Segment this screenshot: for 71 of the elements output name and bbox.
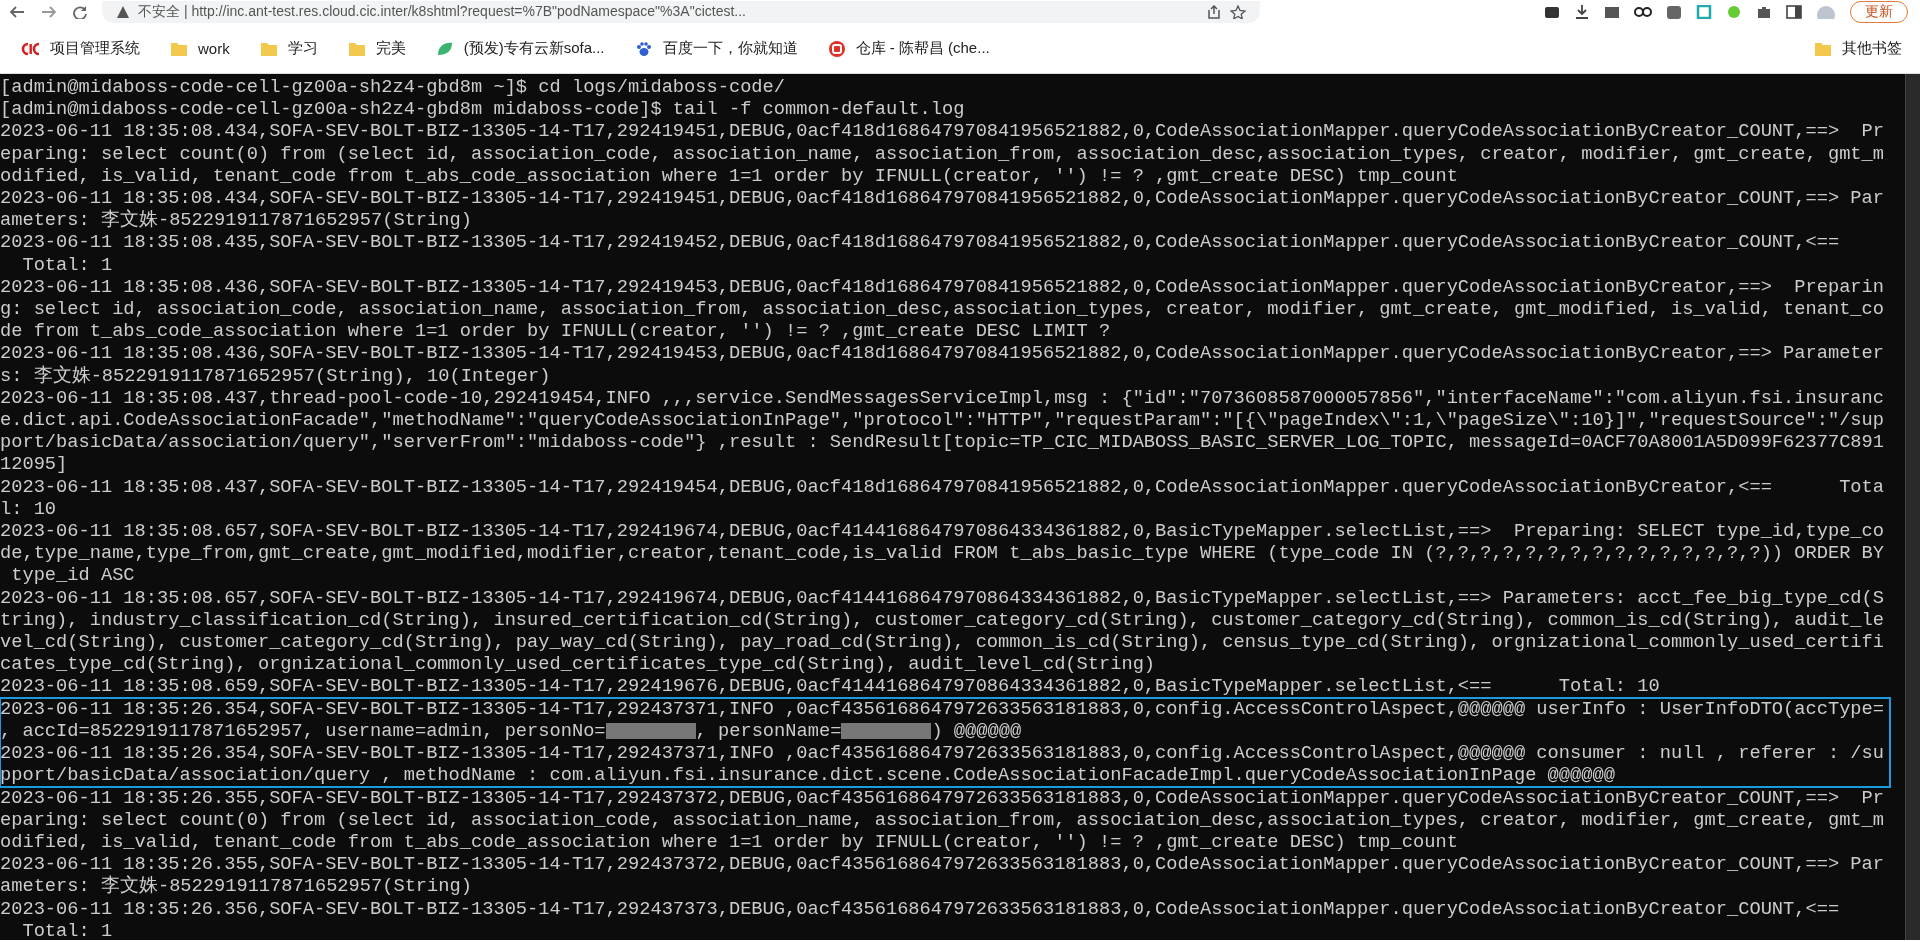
log-line: 2023-06-11 18:35:08.436,SOFA-SEV-BOLT-BIZ-13305-14-T17,292419453,DEBUG,0acf418d168647970841956521882,0,CodeAssociationMapper.queryCodeAssociationByCreator,==> Parameter [0, 342, 1885, 365]
bookmark-link[interactable]: 百度一下，你就知道 [634, 39, 798, 58]
address-text: 不安全 | http://inc.ant-test.res.cloud.cic.inter/k8shtml?request=%7B"podNamespace"%3A"cictest... [138, 3, 747, 21]
logo-icon [20, 40, 40, 57]
sidebar-icon[interactable] [1786, 5, 1802, 19]
log-line: 2023-06-11 18:35:26.355,SOFA-SEV-BOLT-BIZ-13305-14-T17,292437372,DEBUG,0acf4356168647972633563181883,0,CodeAssociationMapper.queryCodeAssociationByCreator_COUNT,==> Pr [0, 786, 1885, 809]
bookmark-link[interactable]: (预发)专有云新sofa... [435, 39, 605, 58]
log-line: 12095] [0, 453, 69, 476]
log-line: 2023-06-11 18:35:08.434,SOFA-SEV-BOLT-BIZ-13305-14-T17,292419451,DEBUG,0acf418d168647970841956521882,0,CodeAssociationMapper.queryCodeAssociationByCreator_COUNT,==> Pr [0, 120, 1885, 143]
log-line: 2023-06-11 18:35:26.356,SOFA-SEV-BOLT-BIZ-13305-14-T17,292437373,DEBUG,0acf4356168647972633563181883,0,CodeAssociationMapper.queryCodeAssociationByCreator_COUNT,<== [0, 897, 1841, 920]
log-line: 2023-06-11 18:35:08.435,SOFA-SEV-BOLT-BIZ-13305-14-T17,292419452,DEBUG,0acf418d168647970841956521882,0,CodeAssociationMapper.queryCodeAssociationByCreator_COUNT,<== [0, 231, 1841, 254]
download-icon[interactable] [1574, 5, 1590, 19]
log-line: de from t_abs_code_association where 1=1 order by IFNULL(creator, '') != ? ,gmt_create DESC LIMIT ? [0, 320, 1112, 343]
log-line: eparing: select count(0) from (select id, association_code, association_name, association_from, association_desc,association_types, creator, modifier, gmt_create, gmt_m [0, 808, 1885, 831]
paw-icon [634, 40, 653, 57]
bookmark-link[interactable]: 仓库 - 陈帮昌 (che... [827, 39, 990, 58]
log-line: 2023-06-11 18:35:26.354,SOFA-SEV-BOLT-BIZ-13305-14-T17,292437371,INFO ,0acf4356168647972633563181883,0,config.AccessControlAspect,@@@@@@ userInfo : UserInfoDTO(accType= [0, 697, 1885, 720]
log-line: odified, is_valid, tenant_code from t_abs_code_association where 1=1 order by IFNULL(creator, '') != ? ,gmt_create DESC) tmp_count [0, 164, 1459, 187]
puzzle-icon[interactable] [1756, 5, 1772, 19]
log-line: 2023-06-11 18:35:08.434,SOFA-SEV-BOLT-BIZ-13305-14-T17,292419451,DEBUG,0acf418d168647970841956521882,0,CodeAssociationMapper.queryCodeAssociationByCreator_COUNT,==> Par [0, 187, 1885, 209]
log-line: 2023-06-11 18:35:26.354,SOFA-SEV-BOLT-BIZ-13305-14-T17,292437371,INFO ,0acf4356168647972633563181883,0,config.AccessControlAspect,@@@@@@ consumer : null , referer : /su [0, 742, 1885, 765]
log-line: type_id ASC [10, 564, 136, 587]
log-line: [admin@midaboss-code-cell-gz00a-sh2z4-gbd8m midaboss-code]$ tail -f common-default.log [0, 98, 966, 121]
log-line: 2023-06-11 18:35:08.437,thread-pool-code-10,292419454,INFO ,,,service.SendMessagesServiceImpl,msg : {"id":"7073608587000057856","interfaceName":"com.aliyun.fsi.insuranc [0, 386, 1885, 410]
share-icon[interactable] [1206, 5, 1222, 19]
log-line: s: 李文姝-8522919117871652957(String), 10(Integer) [0, 364, 552, 387]
address-bar[interactable]: 不安全 | http://inc.ant-test.res.cloud.cic.inter/k8shtml?request=%7B"podNamespace"%3A"cictest... [102, 1, 1260, 23]
log-line: eparing: select count(0) from (select id, association_code, association_name, association_from, association_desc,association_types, creator, modifier, gmt_create, gmt_m [0, 142, 1885, 165]
folder-icon [1814, 40, 1832, 57]
log-line: , accId=8522919117871652957, username=admin, personNo= , personName= ) @@@@@@ [0, 719, 1023, 743]
bookmark-link[interactable]: 完美 [347, 39, 406, 58]
bookmark-link[interactable]: 其他书签 [1814, 39, 1902, 58]
warning-icon [116, 5, 130, 19]
folder-icon [347, 40, 366, 57]
log-line: 2023-06-11 18:35:08.436,SOFA-SEV-BOLT-BIZ-13305-14-T17,292419453,DEBUG,0acf418d168647970841956521882,0,CodeAssociationMapper.queryCodeAssociationByCreator,==> Preparin [0, 275, 1885, 299]
log-line: vel_cd(String), customer_category_cd(String), pay_way_cd(String), pay_road_cd(String), common_is_cd(String), census_type_cd(String), orgnizational_commonly_used_certifi [0, 631, 1885, 654]
log-line: g: select id, association_code, association_name, association_from, association_desc,association_types, creator, modifier, gmt_create, gmt_modified, is_valid, tenant_co [0, 298, 1885, 321]
star-icon[interactable] [1230, 5, 1246, 19]
log-line: odified, is_valid, tenant_code from t_abs_code_association where 1=1 order by IFNULL(creator, '') != ? ,gmt_create DESC) tmp_count [0, 830, 1459, 854]
log-line: cates_type_cd(String), orgnizational_commonly_used_certificates_type_cd(String), audit_level_cd(String) [0, 653, 1157, 676]
scrollbar[interactable] [1905, 74, 1920, 940]
update-button[interactable]: 更新 [1850, 1, 1908, 23]
folder-icon [259, 40, 278, 57]
log-line: 2023-06-11 18:35:08.657,SOFA-SEV-BOLT-BIZ-13305-14-T17,292419674,DEBUG,0acf4144168647970864334361882,0,BasicTypeMapper.selectList,==> Preparing: SELECT type_id,type_co [0, 520, 1885, 543]
log-line: tring), industry_classification_cd(String), insured_certification_cd(String), customer_category_cd(String), customer_category_cd(String), common_is_cd(String), audit_le [0, 608, 1885, 632]
forward-icon[interactable] [40, 5, 58, 19]
log-line: ameters: 李文姝-8522919117871652957(String) [0, 209, 473, 232]
log-line: de,type_name,type_from,gmt_create,gmt_modified,modifier,creator,tenant_code,is_valid FROM t_abs_basic_type WHERE (type_code IN (?,?,?,?,?,?,?,?,?,?,?,?,?,?,?)) ORDER BY [0, 542, 1885, 565]
log-line: [admin@midaboss-code-cell-gz00a-sh2z4-gbd8m ~]$ cd logs/midaboss-code/ [0, 76, 786, 99]
log-line: e.dict.api.CodeAssociationFacade","methodName":"queryCodeAssociationInPage","protocol":"HTTP","requestParam":"[{\"pageIndex\":1,\"pageSize\":10}]","requestSource":"/sup [0, 409, 1885, 432]
extension-icon[interactable] [1634, 5, 1652, 19]
extension-icon[interactable] [1544, 5, 1560, 19]
bookmark-link[interactable]: work [170, 40, 230, 57]
bookmark-link[interactable]: 学习 [259, 39, 318, 58]
log-line: Total: 1 [21, 253, 114, 276]
log-line: 2023-06-11 18:35:08.659,SOFA-SEV-BOLT-BIZ-13305-14-T17,292419676,DEBUG,0acf4144168647970864334361882,0,BasicTypeMapper.selectList,<== Total: 10 [0, 675, 1661, 698]
log-line: port/basicData/association/query","serverFrom":"midaboss-code"} ,result : SendResult[topic=TP_CIC_MIDABOSS_BASIC_SERVER_LOG_TOPIC, messageId=0ACF70A8001A5D099F62377C891 [0, 431, 1885, 454]
extension-icon[interactable] [1604, 5, 1620, 19]
log-line: 2023-06-11 18:35:26.355,SOFA-SEV-BOLT-BIZ-13305-14-T17,292437372,DEBUG,0acf4356168647972633563181883,0,CodeAssociationMapper.queryCodeAssociationByCreator_COUNT,==> Par [0, 853, 1885, 876]
log-line: ameters: 李文姝-8522919117871652957(String) [0, 875, 473, 898]
reload-icon[interactable] [72, 5, 88, 19]
bookmark-link[interactable]: 项目管理系统 [20, 39, 140, 58]
log-line: l: 10 [0, 497, 58, 521]
folder-icon [170, 40, 188, 57]
leaf-icon [435, 40, 454, 57]
log-line: 2023-06-11 18:35:08.437,SOFA-SEV-BOLT-BIZ-13305-14-T17,292419454,DEBUG,0acf418d168647970841956521882,0,CodeAssociationMapper.queryCodeAssociationByCreator,<== Tota [0, 475, 1885, 498]
log-line: Total: 1 [21, 919, 114, 942]
log-line: 2023-06-11 18:35:08.657,SOFA-SEV-BOLT-BIZ-13305-14-T17,292419674,DEBUG,0acf4144168647970864334361882,0,BasicTypeMapper.selectList,==> Parameters: acct_fee_big_type_cd(S [0, 586, 1885, 609]
log-line: pport/basicData/association/query , methodName : com.aliyun.fsi.insurance.dict.scene.CodeAssociationFacadeImpl.queryCodeAssociationInPage @@@@@@ [0, 764, 1616, 787]
logo-icon [827, 39, 846, 58]
back-icon[interactable] [8, 5, 26, 19]
